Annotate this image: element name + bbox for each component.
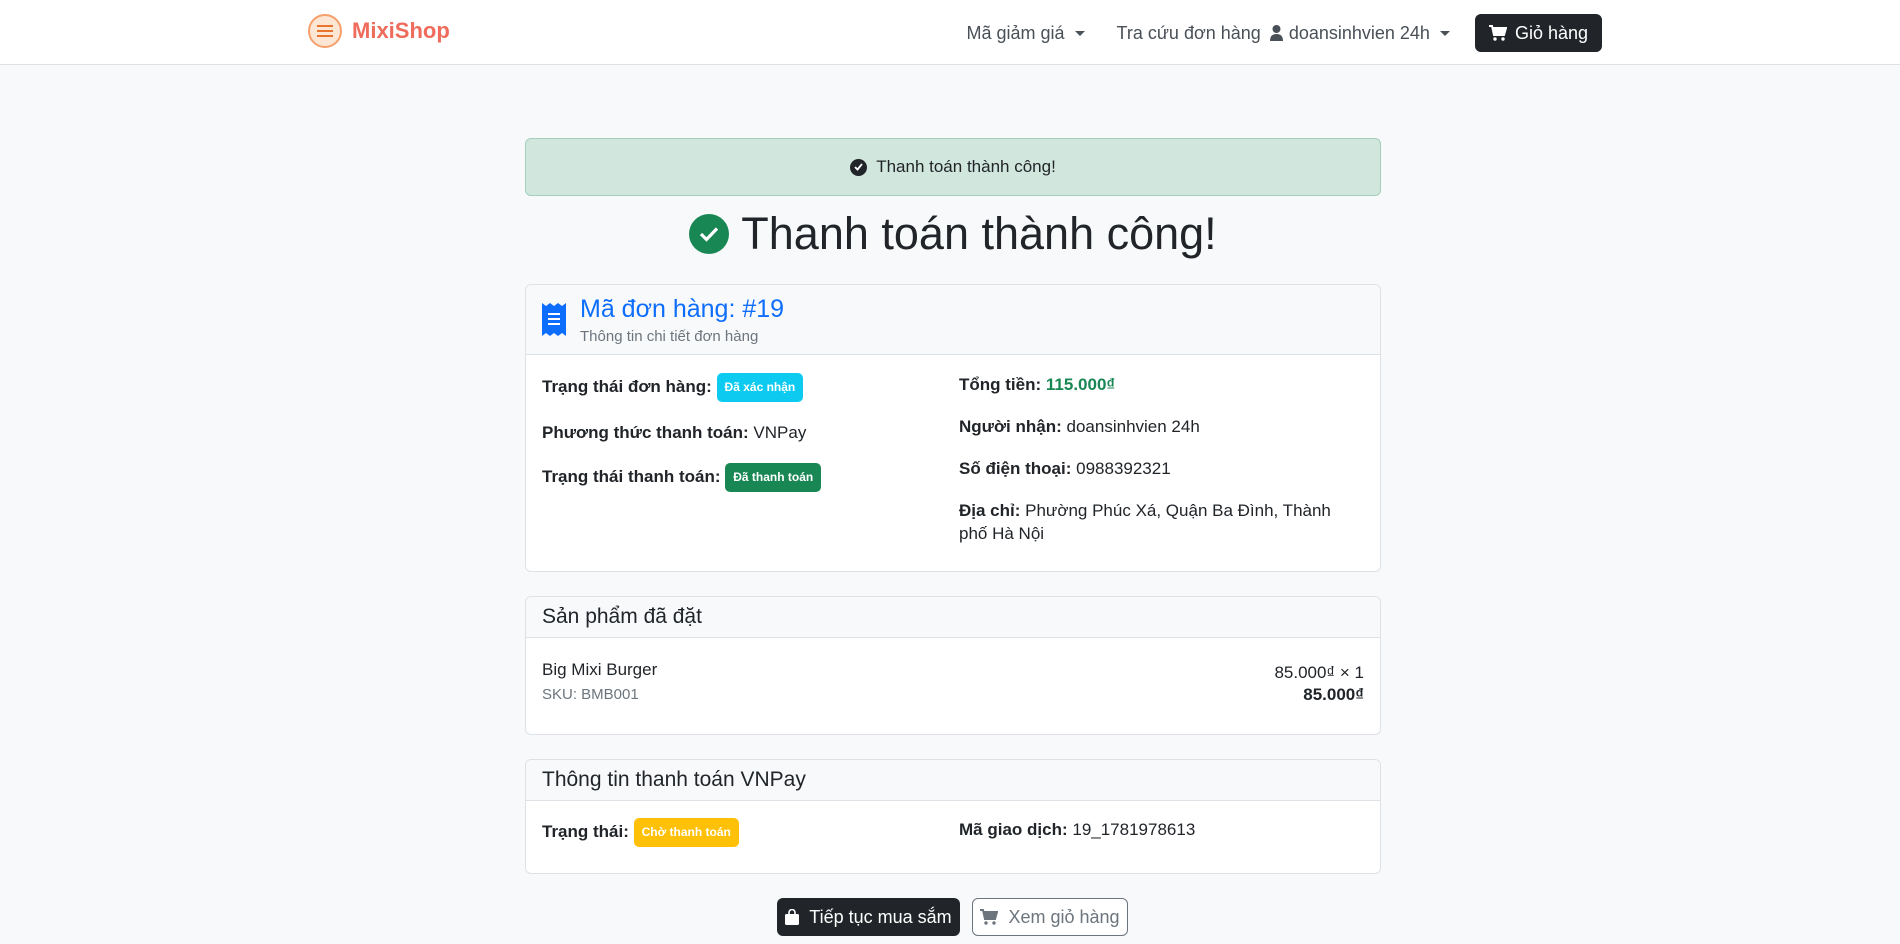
brand-link[interactable]: MixiShop xyxy=(308,14,450,48)
shopping-bag-icon xyxy=(785,909,800,925)
products-header: Sản phẩm đã đặt xyxy=(542,605,702,628)
total-value: 115.000₫ xyxy=(1045,375,1116,394)
chevron-down-icon xyxy=(1074,30,1085,36)
cart-icon xyxy=(1488,25,1507,41)
payment-status-label: Trạng thái thanh toán: xyxy=(542,467,721,486)
vnpay-status-row: Trạng thái: Chờ thanh toán xyxy=(542,818,953,847)
order-status-badge: Đã xác nhận xyxy=(716,373,804,402)
continue-shopping-button[interactable]: Tiếp tục mua sắm xyxy=(777,898,960,936)
recipient-value: doansinhvien 24h xyxy=(1066,417,1200,436)
order-lookup-label: Tra cứu đơn hàng xyxy=(1116,22,1261,43)
user-icon xyxy=(1269,25,1283,41)
product-subtotal: 85.000₫ xyxy=(1303,685,1364,704)
order-subtitle: Thông tin chi tiết đơn hàng xyxy=(580,328,759,345)
vnpay-card: Thông tin thanh toán VNPay Trạng thái: C… xyxy=(525,759,1381,874)
page-title: Thanh toán thành công! xyxy=(525,208,1381,260)
order-details: Trạng thái đơn hàng: Đã xác nhận Phương … xyxy=(526,355,1380,564)
product-sku: SKU: BMB001 xyxy=(542,686,639,703)
success-alert: Thanh toán thành công! xyxy=(525,138,1381,196)
order-card-header: Mã đơn hàng: #19 Thông tin chi tiết đơn … xyxy=(526,285,1380,355)
nav-right: Mã giảm giá Tra cứu đơn hàng doansinhvie… xyxy=(967,13,1602,53)
phone-row: Số điện thoại: 0988392321 xyxy=(959,457,1364,480)
cart-button[interactable]: Giỏ hàng xyxy=(1474,14,1602,52)
view-cart-button[interactable]: Xem giỏ hàng xyxy=(972,898,1128,936)
discount-dropdown[interactable]: Mã giảm giá xyxy=(967,23,1085,44)
address-row: Địa chỉ: Phường Phúc Xá, Quận Ba Đình, T… xyxy=(959,499,1364,545)
user-dropdown[interactable]: doansinhvien 24h xyxy=(1269,22,1450,44)
order-status-label: Trạng thái đơn hàng: xyxy=(542,377,712,396)
navbar: MixiShop Mã giảm giá Tra cứu đơn hàng do… xyxy=(0,0,1900,65)
discount-label: Mã giảm giá xyxy=(966,22,1065,43)
phone-value: 0988392321 xyxy=(1076,459,1171,478)
chevron-down-icon xyxy=(1439,30,1450,36)
vnpay-status-label: Trạng thái: xyxy=(542,822,629,841)
list-item: Big Mixi Burger SKU: BMB001 85.000₫ × 1 … xyxy=(526,638,1380,705)
order-lookup-link[interactable]: Tra cứu đơn hàng xyxy=(1117,23,1261,44)
address-label: Địa chỉ: xyxy=(959,501,1021,520)
user-label: doansinhvien 24h xyxy=(1288,22,1430,43)
order-card: Mã đơn hàng: #19 Thông tin chi tiết đơn … xyxy=(525,284,1381,572)
check-circle-icon xyxy=(850,158,868,176)
payment-method-value: VNPay xyxy=(753,423,807,442)
payment-method-label: Phương thức thanh toán: xyxy=(542,423,749,442)
transaction-row: Mã giao dịch: 19_1781978613 xyxy=(959,818,1364,841)
recipient-row: Người nhận: doansinhvien 24h xyxy=(959,415,1364,438)
vnpay-header: Thông tin thanh toán VNPay xyxy=(542,768,806,791)
recipient-label: Người nhận: xyxy=(959,417,1062,436)
product-unit-price: 85.000₫ × 1 xyxy=(1274,663,1364,682)
phone-label: Số điện thoại: xyxy=(959,459,1072,478)
cart-icon xyxy=(980,909,999,925)
product-name: Big Mixi Burger xyxy=(542,660,658,679)
products-card-header: Sản phẩm đã đặt xyxy=(526,597,1380,638)
continue-shopping-label: Tiếp tục mua sắm xyxy=(809,906,952,927)
payment-status-badge: Đã thanh toán xyxy=(725,463,822,492)
products-card: Sản phẩm đã đặt Big Mixi Burger SKU: BMB… xyxy=(525,596,1381,735)
transaction-label: Mã giao dịch: xyxy=(959,820,1068,839)
check-circle-icon xyxy=(689,214,730,254)
transaction-value: 19_1781978613 xyxy=(1072,820,1196,839)
brand-name: MixiShop xyxy=(352,18,450,43)
cart-label: Giỏ hàng xyxy=(1514,22,1588,43)
order-details-right: Tổng tiền: 115.000₫ Người nhận: doansinh… xyxy=(953,373,1364,564)
total-label: Tổng tiền: xyxy=(959,375,1042,394)
receipt-icon xyxy=(542,303,566,336)
menu-icon xyxy=(308,14,342,48)
order-status-row: Trạng thái đơn hàng: Đã xác nhận xyxy=(542,373,953,402)
order-title: Mã đơn hàng: #19 xyxy=(580,295,785,323)
alert-text: Thanh toán thành công! xyxy=(876,157,1056,176)
payment-status-row: Trạng thái thanh toán: Đã thanh toán xyxy=(542,463,953,492)
vnpay-status-badge: Chờ thanh toán xyxy=(633,818,739,847)
order-details-left: Trạng thái đơn hàng: Đã xác nhận Phương … xyxy=(542,373,953,564)
total-row: Tổng tiền: 115.000₫ xyxy=(959,373,1364,396)
payment-method-row: Phương thức thanh toán: VNPay xyxy=(542,421,953,444)
view-cart-label: Xem giỏ hàng xyxy=(1008,906,1120,927)
vnpay-card-header: Thông tin thanh toán VNPay xyxy=(526,760,1380,801)
vnpay-details: Trạng thái: Chờ thanh toán Mã giao dịch:… xyxy=(526,801,1380,866)
page-title-text: Thanh toán thành công! xyxy=(741,208,1217,259)
